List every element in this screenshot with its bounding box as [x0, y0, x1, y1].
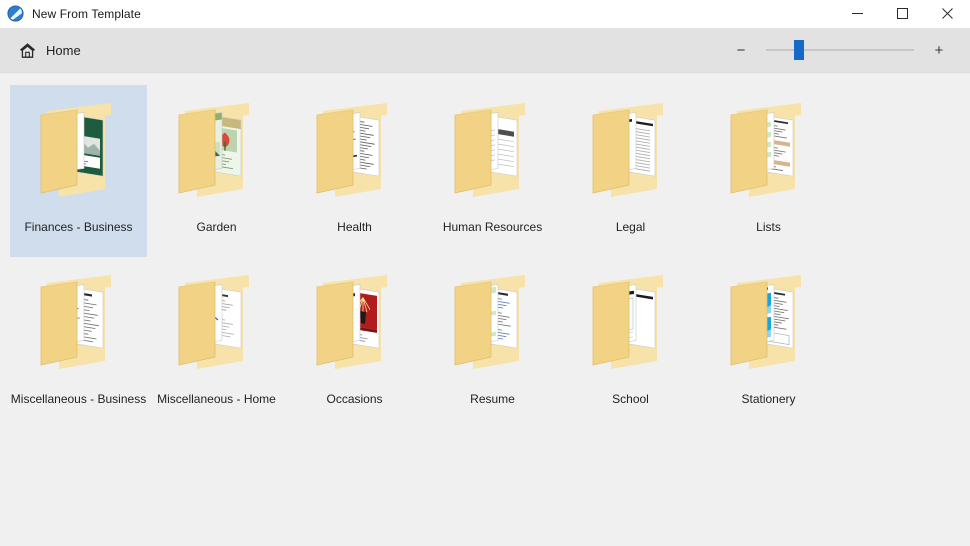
minimize-button[interactable] [835, 0, 880, 27]
toolbar: Home − + [0, 28, 970, 73]
template-folder-label: Finances - Business [24, 220, 133, 234]
minimize-icon [852, 8, 863, 19]
folder-templates-icon [295, 93, 415, 213]
zoom-in-button[interactable]: + [926, 37, 952, 63]
folder-templates-icon [571, 265, 691, 385]
template-folder-label: Lists [756, 220, 781, 234]
zoom-out-button[interactable]: − [728, 37, 754, 63]
new-from-template-window: New From Template Home − + Finances - Bu… [0, 0, 970, 546]
title-bar: New From Template [0, 0, 970, 28]
template-folder-label: Stationery [741, 392, 796, 406]
template-folder-tile[interactable]: Lists [700, 85, 837, 257]
folder-templates-icon [571, 93, 691, 213]
template-folder-label: Garden [196, 220, 237, 234]
folder-templates-icon [295, 265, 415, 385]
document-globe-icon [7, 5, 24, 22]
template-folder-tile[interactable]: Occasions [286, 257, 423, 429]
maximize-button[interactable] [880, 0, 925, 27]
template-folder-tile[interactable]: Stationery [700, 257, 837, 429]
folder-templates-icon [157, 93, 277, 213]
folder-templates-icon [709, 265, 829, 385]
zoom-slider-thumb[interactable] [793, 40, 804, 60]
folder-templates-icon [433, 265, 553, 385]
template-folder-tile[interactable]: Human Resources [424, 85, 561, 257]
folder-templates-icon [157, 265, 277, 385]
title-bar-left: New From Template [0, 5, 141, 22]
template-folder-label: School [612, 392, 649, 406]
folder-templates-icon [433, 93, 553, 213]
template-folder-label: Health [337, 220, 372, 234]
home-button[interactable]: Home [12, 37, 87, 64]
template-folder-tile[interactable]: Resume [424, 257, 561, 429]
zoom-control: − + [728, 37, 952, 63]
zoom-slider-track [766, 49, 914, 51]
template-folder-label: Miscellaneous - Home [157, 392, 276, 406]
close-button[interactable] [925, 0, 970, 27]
template-folder-tile[interactable]: Garden [148, 85, 285, 257]
template-folder-tile[interactable]: School [562, 257, 699, 429]
template-browser: Finances - Business Garden Health Human … [0, 73, 970, 546]
home-label: Home [46, 42, 81, 58]
window-title: New From Template [32, 6, 141, 21]
template-folder-tile[interactable]: Finances - Business [10, 85, 147, 257]
template-folder-label: Human Resources [442, 220, 543, 234]
template-folder-label: Miscellaneous - Business [10, 392, 147, 406]
template-folder-label: Occasions [326, 392, 383, 406]
template-folder-label: Resume [470, 392, 515, 406]
maximize-icon [897, 8, 908, 19]
home-icon [18, 41, 37, 60]
template-folder-grid: Finances - Business Garden Health Human … [0, 79, 970, 429]
zoom-slider[interactable] [766, 37, 914, 63]
template-folder-tile[interactable]: Miscellaneous - Business [10, 257, 147, 429]
template-folder-tile[interactable]: Health [286, 85, 423, 257]
folder-templates-icon [709, 93, 829, 213]
close-icon [942, 8, 953, 19]
template-folder-tile[interactable]: Legal [562, 85, 699, 257]
template-folder-label: Legal [615, 220, 646, 234]
folder-templates-icon [19, 93, 139, 213]
folder-templates-icon [19, 265, 139, 385]
template-folder-tile[interactable]: Miscellaneous - Home [148, 257, 285, 429]
window-controls [835, 0, 970, 27]
